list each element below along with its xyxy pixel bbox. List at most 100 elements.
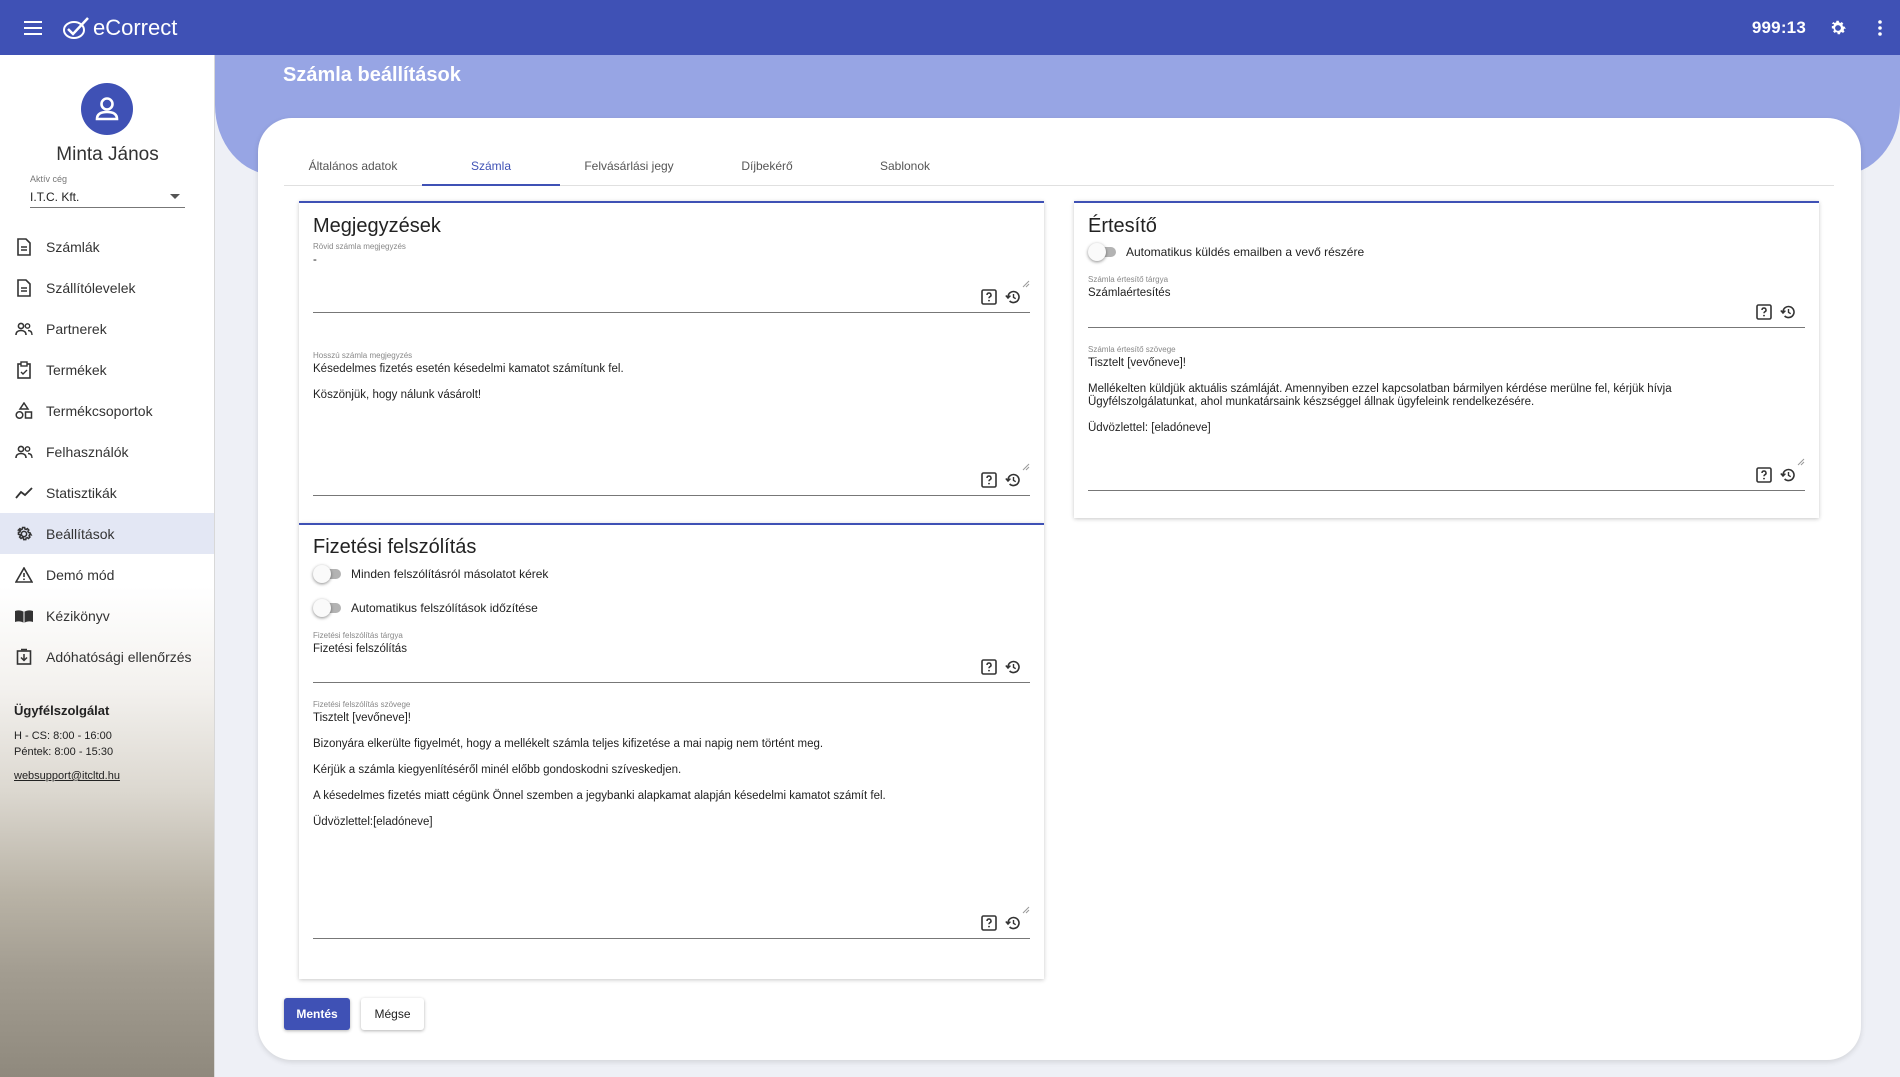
restore-icon[interactable]: [1004, 288, 1022, 306]
auto-reminder-toggle[interactable]: [313, 599, 343, 617]
reminder-subject-value[interactable]: Fizetési felszólítás: [313, 643, 970, 656]
shapes-icon: [14, 401, 34, 421]
notifier-subject-value[interactable]: Számlaértesítés: [1088, 287, 1745, 300]
notifier-body-field[interactable]: Számla értesítő szövege Tisztelt [vevőne…: [1088, 345, 1805, 491]
sidebar-item-felhasznalok[interactable]: Felhasználók: [0, 431, 214, 472]
tab-sablonok[interactable]: Sablonok: [836, 153, 974, 186]
reminder-body-field[interactable]: Fizetési felszólítás szövege Tisztelt [v…: [313, 700, 1030, 939]
sidebar-item-termekek[interactable]: Termékek: [0, 349, 214, 390]
long-note-value[interactable]: Késedelmes fizetés esetén késedelmi kama…: [313, 363, 970, 415]
notifier-body-value[interactable]: Tisztelt [vevőneve]! Mellékelten küldjük…: [1088, 357, 1705, 448]
menu-icon[interactable]: [18, 13, 48, 43]
session-timer: 999:13: [1751, 17, 1806, 37]
sidebar-item-kezikonyv[interactable]: Kézikönyv: [0, 595, 214, 636]
help-box-icon[interactable]: [980, 471, 998, 489]
notes-panel: Megjegyzések Rövid számla megjegyzés - H…: [299, 201, 1044, 523]
sidebar-item-label: Statisztikák: [46, 484, 117, 501]
sidebar-item-partnerek[interactable]: Partnerek: [0, 308, 214, 349]
restore-icon[interactable]: [1779, 466, 1797, 484]
restore-icon[interactable]: [1004, 471, 1022, 489]
sidebar-item-statisztikak[interactable]: Statisztikák: [0, 472, 214, 513]
avatar[interactable]: [81, 83, 133, 135]
support-email-link[interactable]: websupport@itcltd.hu: [14, 770, 120, 782]
sidebar-item-label: Számlák: [46, 238, 100, 255]
auto-reminder-toggle-row: Automatikus felszólítások időzítése: [313, 599, 538, 617]
notifier-subject-label: Számla értesítő tárgya: [1088, 275, 1169, 284]
copy-toggle[interactable]: [313, 565, 343, 583]
more-vertical-icon[interactable]: [1866, 14, 1894, 42]
sidebar: Minta János Aktív cég I.T.C. Kft. Számlá…: [0, 55, 215, 1077]
app-name: eCorrect: [93, 14, 178, 40]
support-hours-1: H - CS: 8:00 - 16:00: [14, 730, 112, 742]
notifier-subject-field[interactable]: Számla értesítő tárgya Számlaértesítés: [1088, 275, 1805, 328]
chevron-down-icon: [170, 194, 180, 199]
restore-icon[interactable]: [1004, 658, 1022, 676]
restore-icon[interactable]: [1004, 914, 1022, 932]
tab-bar: Általános adatok Számla Felvásárlási jeg…: [284, 153, 1834, 186]
notifier-body-line: Üdvözlettel: [eladóneve]: [1088, 422, 1211, 434]
long-note-label: Hosszú számla megjegyzés: [313, 351, 413, 360]
tab-dijbekero[interactable]: Díjbekérő: [698, 153, 836, 186]
clipboard-icon: [14, 360, 34, 380]
help-box-icon[interactable]: [980, 914, 998, 932]
reminder-body-line: Bizonyára elkerülte figyelmét, hogy a me…: [313, 738, 824, 750]
tab-felvasarlasi-jegy[interactable]: Felvásárlási jegy: [560, 153, 698, 186]
resize-handle-icon[interactable]: [1022, 280, 1030, 288]
sidebar-item-szamlak[interactable]: Számlák: [0, 226, 214, 267]
sidebar-item-adohatosagi-ellenorzes[interactable]: Adóhatósági ellenőrzés: [0, 636, 214, 677]
auto-email-toggle[interactable]: [1088, 243, 1118, 261]
notes-title: Megjegyzések: [313, 215, 441, 237]
company-select[interactable]: I.T.C. Kft.: [30, 186, 185, 208]
long-note-field[interactable]: Hosszú számla megjegyzés Késedelmes fize…: [313, 351, 1030, 496]
resize-handle-icon[interactable]: [1022, 463, 1030, 471]
company-value: I.T.C. Kft.: [30, 189, 80, 204]
restore-icon[interactable]: [1779, 303, 1797, 321]
sidebar-item-label: Termékek: [46, 361, 107, 378]
sidebar-item-demo-mod[interactable]: Demó mód: [0, 554, 214, 595]
settings-card: Általános adatok Számla Felvásárlási jeg…: [258, 118, 1861, 1060]
document-icon: [14, 278, 34, 298]
sidebar-item-label: Beállítások: [46, 525, 115, 542]
save-button[interactable]: Mentés: [284, 998, 350, 1030]
tab-altalanos-adatok[interactable]: Általános adatok: [284, 153, 422, 186]
page-title: Számla beállítások: [283, 64, 461, 86]
sidebar-item-label: Szállítólevelek: [46, 279, 136, 296]
sidebar-item-beallitasok[interactable]: Beállítások: [0, 513, 214, 554]
reminder-body-label: Fizetési felszólítás szövege: [313, 700, 411, 709]
sidebar-item-termekcsoportok[interactable]: Termékcsoportok: [0, 390, 214, 431]
reminder-body-line: Tisztelt [vevőneve]!: [313, 712, 412, 724]
notifier-body-label: Számla értesítő szövege: [1088, 345, 1176, 354]
resize-handle-icon[interactable]: [1797, 458, 1805, 466]
help-box-icon[interactable]: [980, 288, 998, 306]
sidebar-item-label: Adóhatósági ellenőrzés: [46, 648, 192, 665]
gear-icon[interactable]: [1824, 14, 1852, 42]
help-box-icon[interactable]: [1755, 466, 1773, 484]
support-info: Ügyfélszolgálat H - CS: 8:00 - 16:00 Pén…: [14, 703, 120, 782]
payment-reminder-title: Fizetési felszólítás: [313, 536, 477, 558]
help-box-icon[interactable]: [980, 658, 998, 676]
support-title: Ügyfélszolgálat: [14, 703, 110, 718]
notifier-body-line: Tisztelt [vevőneve]!: [1088, 357, 1187, 369]
top-app-bar: eCorrect 999:13: [0, 0, 1900, 55]
reminder-subject-field[interactable]: Fizetési felszólítás tárgya Fizetési fel…: [313, 631, 1030, 683]
copy-toggle-label: Minden felszólításról másolatot kérek: [351, 567, 549, 581]
short-note-value[interactable]: -: [313, 254, 970, 267]
warning-icon: [14, 565, 34, 585]
document-icon: [14, 237, 34, 257]
download-box-icon: [14, 647, 34, 667]
cancel-button[interactable]: Mégse: [361, 998, 424, 1030]
tab-szamla[interactable]: Számla: [422, 153, 560, 186]
reminder-subject-label: Fizetési felszólítás tárgya: [313, 631, 403, 640]
sidebar-item-label: Demó mód: [46, 566, 115, 583]
help-box-icon[interactable]: [1755, 303, 1773, 321]
resize-handle-icon[interactable]: [1022, 906, 1030, 914]
auto-email-toggle-row: Automatikus küldés emailben a vevő részé…: [1088, 243, 1364, 261]
long-note-line: Késedelmes fizetés esetén késedelmi kama…: [313, 363, 624, 375]
app-logo[interactable]: eCorrect: [62, 15, 177, 41]
reminder-body-value[interactable]: Tisztelt [vevőneve]! Bizonyára elkerülte…: [313, 712, 970, 842]
sidebar-item-szallitolevelek[interactable]: Szállítólevelek: [0, 267, 214, 308]
reminder-body-line: Üdvözlettel:[eladóneve]: [313, 816, 433, 828]
people-icon: [14, 319, 34, 339]
short-note-field[interactable]: Rövid számla megjegyzés -: [313, 242, 1030, 313]
trend-icon: [14, 483, 34, 503]
